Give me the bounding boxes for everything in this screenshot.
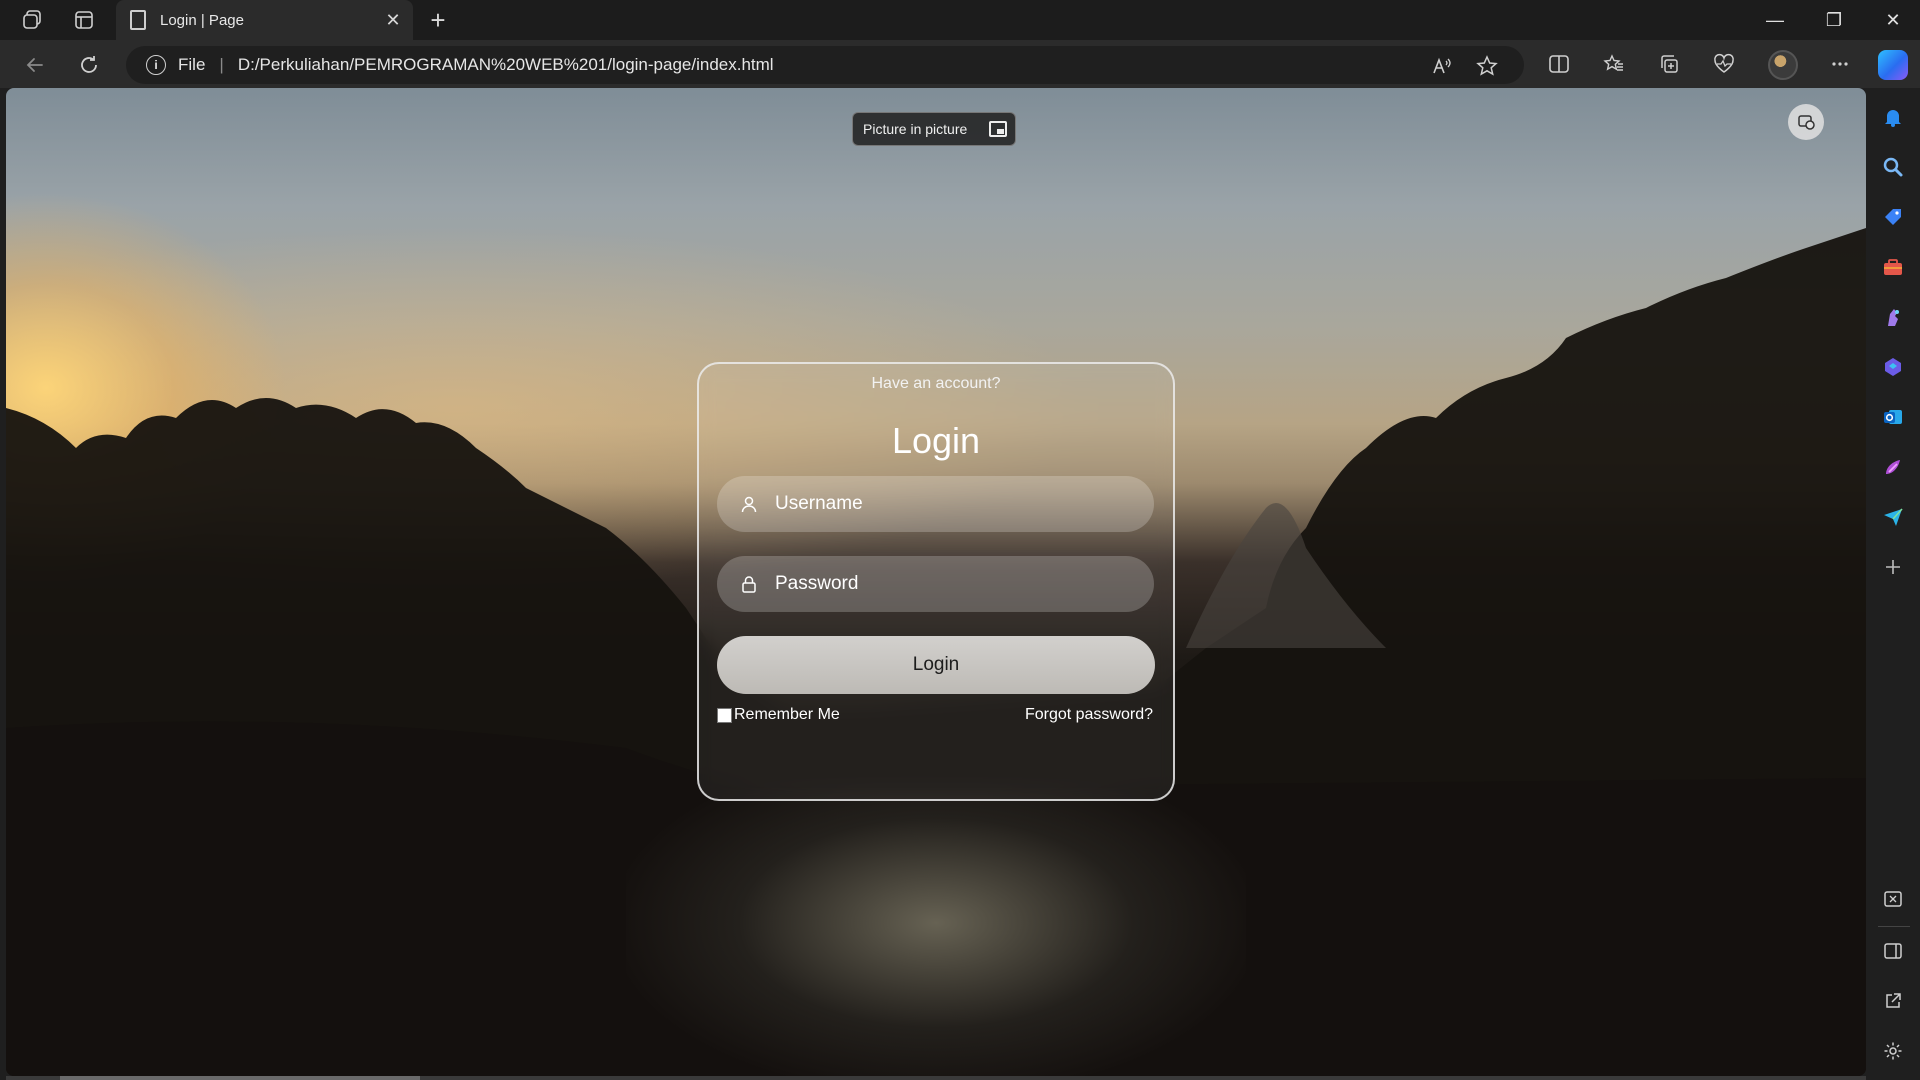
hide-sidebar-icon[interactable] [1880,938,1906,964]
picture-in-picture-button[interactable]: Picture in picture [852,112,1016,146]
designer-icon[interactable] [1880,454,1906,480]
back-icon[interactable] [20,50,50,80]
pip-icon [989,121,1007,137]
login-title: Login [891,420,981,461]
remember-me[interactable]: Remember Me [717,706,840,724]
login-button[interactable]: Login [717,636,1155,694]
remember-me-label: Remember Me [734,706,840,723]
tab-actions-icon[interactable] [72,8,96,32]
forgot-password-link[interactable]: Forgot password? [1025,706,1153,724]
toolbar: i File | D:/Perkuliahan/PEMROGRAMAN%20WE… [0,40,1920,88]
collections-icon[interactable] [1655,50,1683,78]
password-input[interactable] [775,573,1115,595]
games-icon[interactable] [1880,304,1906,330]
username-field[interactable] [717,476,1154,532]
read-aloud-icon[interactable] [1431,55,1453,77]
address-bar[interactable]: i File | D:/Perkuliahan/PEMROGRAMAN%20WE… [126,46,1524,84]
favorites-icon[interactable] [1600,50,1628,78]
shopping-tag-icon[interactable] [1880,204,1906,230]
notifications-icon[interactable] [1880,104,1906,130]
microsoft-365-icon[interactable] [1880,354,1906,380]
lock-icon [739,574,759,594]
more-icon[interactable] [1826,50,1854,78]
page-icon [130,10,146,30]
copilot-icon[interactable] [1878,50,1908,80]
address-url[interactable]: D:/Perkuliahan/PEMROGRAMAN%20WEB%201/log… [238,55,774,75]
login-card: Have an account? Login Login Remember Me… [697,362,1175,801]
address-scheme: File [178,55,206,74]
workspaces-icon[interactable] [20,8,44,32]
search-icon[interactable] [1880,154,1906,180]
address-separator: | [219,55,224,74]
screenshot-icon[interactable] [1880,886,1906,912]
restore-button[interactable]: ❐ [1807,0,1861,40]
login-subtitle: Have an account? [871,375,1001,392]
sidebar-divider [1878,926,1910,927]
settings-gear-icon[interactable] [1880,1038,1906,1064]
outlook-icon[interactable] [1880,404,1906,430]
scrollbar-thumb[interactable] [60,1076,420,1080]
active-tab[interactable]: Login | Page ✕ [116,0,413,40]
edge-sidebar [1866,88,1920,1080]
tab-title: Login | Page [160,11,244,29]
user-icon [739,494,759,514]
username-input[interactable] [775,493,1115,515]
refresh-icon[interactable] [74,50,104,80]
tracking-prevention-icon[interactable] [1788,104,1824,140]
profile-avatar[interactable] [1768,50,1798,80]
site-info-icon[interactable]: i [146,55,166,75]
open-external-icon[interactable] [1880,988,1906,1014]
favorite-star-icon[interactable] [1476,55,1498,77]
close-tab-icon[interactable]: ✕ [383,10,403,30]
water-reflection [626,788,1246,1076]
tab-strip: Login | Page ✕ + — ❐ ✕ [0,0,1920,40]
tools-icon[interactable] [1880,254,1906,280]
new-tab-button[interactable]: + [424,5,452,35]
remember-me-checkbox[interactable] [717,707,732,723]
split-screen-icon[interactable] [1545,50,1573,78]
password-field[interactable] [717,556,1154,612]
close-window-button[interactable]: ✕ [1866,0,1920,40]
add-sidebar-app-icon[interactable] [1880,554,1906,580]
minimize-button[interactable]: — [1748,0,1802,40]
browser-essentials-icon[interactable] [1710,50,1738,78]
send-icon[interactable] [1880,504,1906,530]
pip-label: Picture in picture [863,121,968,137]
